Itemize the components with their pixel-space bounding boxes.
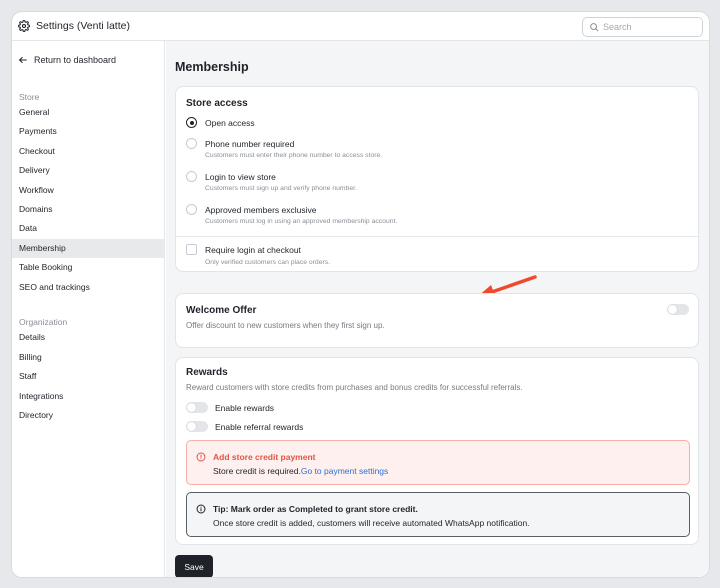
sidebar-item-data[interactable]: Data xyxy=(12,219,165,238)
sidebar-item-details[interactable]: Details xyxy=(12,328,165,347)
tip-alert-body: Once store credit is added, customers wi… xyxy=(213,518,530,528)
return-to-dashboard-label: Return to dashboard xyxy=(34,55,117,65)
store-credit-error-alert: Add store credit payment Store credit is… xyxy=(186,440,690,485)
sidebar-item-integrations[interactable]: Integrations xyxy=(12,387,165,406)
error-alert-body: Store credit is required.Go to payment s… xyxy=(213,466,388,476)
sidebar-item-seo-and-trackings[interactable]: SEO and trackings xyxy=(12,278,165,297)
option-label-login-to-view-store: Login to view store xyxy=(205,172,276,182)
option-label-phone-number-required: Phone number required xyxy=(205,139,295,149)
alert-circle-icon xyxy=(196,452,206,462)
sidebar-item-delivery[interactable]: Delivery xyxy=(12,161,165,180)
enable-referral-rewards-toggle[interactable] xyxy=(186,421,208,432)
radio-login-to-view-store[interactable] xyxy=(186,171,197,182)
main-content: Membership Store access Open access Phon… xyxy=(166,41,709,577)
option-label-open-access: Open access xyxy=(205,118,255,128)
search-box[interactable] xyxy=(582,17,703,37)
sidebar: Return to dashboard Store General Paymen… xyxy=(12,41,165,577)
error-alert-text: Store credit is required. xyxy=(213,466,301,476)
sidebar-item-workflow[interactable]: Workflow xyxy=(12,181,165,200)
enable-rewards-label: Enable rewards xyxy=(215,403,275,413)
sidebar-group-organization: Organization xyxy=(19,317,68,327)
radio-phone-number-required[interactable] xyxy=(186,138,197,149)
window-title: Settings (Venti latte) xyxy=(36,20,130,32)
sidebar-item-billing[interactable]: Billing xyxy=(12,348,165,367)
sidebar-item-membership[interactable]: Membership xyxy=(12,239,165,258)
save-button[interactable]: Save xyxy=(175,555,213,577)
sidebar-item-table-booking[interactable]: Table Booking xyxy=(12,258,165,277)
search-input[interactable] xyxy=(603,22,693,32)
sidebar-item-payments[interactable]: Payments xyxy=(12,122,165,141)
welcome-offer-toggle[interactable] xyxy=(667,304,689,315)
sidebar-item-domains[interactable]: Domains xyxy=(12,200,165,219)
rewards-description: Reward customers with store credits from… xyxy=(186,383,523,392)
welcome-offer-title: Welcome Offer xyxy=(186,305,257,316)
rewards-title: Rewards xyxy=(186,367,228,378)
page-title: Membership xyxy=(175,60,249,74)
option-sub-login-to-view-store: Customers must sign up and verify phone … xyxy=(205,185,357,192)
sidebar-item-checkout[interactable]: Checkout xyxy=(12,142,165,161)
radio-open-access[interactable] xyxy=(186,117,197,128)
arrow-left-icon xyxy=(19,57,27,63)
enable-referral-rewards-label: Enable referral rewards xyxy=(215,422,304,432)
require-login-checkbox[interactable] xyxy=(186,244,197,255)
store-access-card: Store access Open access Phone number re… xyxy=(175,86,699,272)
sidebar-item-directory[interactable]: Directory xyxy=(12,406,165,425)
return-to-dashboard-link[interactable]: Return to dashboard xyxy=(18,52,116,68)
settings-window: Settings (Venti latte) Return to dashboa… xyxy=(12,12,709,577)
gear-icon xyxy=(18,20,30,32)
store-access-title: Store access xyxy=(186,98,248,109)
info-icon xyxy=(196,504,206,514)
store-access-divider xyxy=(176,236,698,237)
option-sub-phone-number-required: Customers must enter their phone number … xyxy=(205,152,383,159)
tip-alert-title: Tip: Mark order as Completed to grant st… xyxy=(213,504,418,514)
error-alert-title: Add store credit payment xyxy=(213,452,316,462)
welcome-offer-description: Offer discount to new customers when the… xyxy=(186,321,385,330)
welcome-offer-card: Welcome Offer Offer discount to new cust… xyxy=(175,293,699,348)
require-login-sub: Only verified customers can place orders… xyxy=(205,259,331,266)
require-login-label: Require login at checkout xyxy=(205,245,301,255)
option-label-approved-members-exclusive: Approved members exclusive xyxy=(205,205,317,215)
payment-settings-link[interactable]: Go to payment settings xyxy=(301,466,388,476)
radio-approved-members-exclusive[interactable] xyxy=(186,204,197,215)
rewards-card: Rewards Reward customers with store cred… xyxy=(175,357,699,545)
top-bar: Settings (Venti latte) xyxy=(12,12,709,41)
store-credit-tip-alert: Tip: Mark order as Completed to grant st… xyxy=(186,492,690,537)
sidebar-group-store: Store xyxy=(19,92,40,102)
search-icon xyxy=(590,23,599,32)
sidebar-item-staff[interactable]: Staff xyxy=(12,367,165,386)
enable-rewards-toggle[interactable] xyxy=(186,402,208,413)
sidebar-item-general[interactable]: General xyxy=(12,103,165,122)
option-sub-approved-members-exclusive: Customers must log in using an approved … xyxy=(205,218,398,225)
